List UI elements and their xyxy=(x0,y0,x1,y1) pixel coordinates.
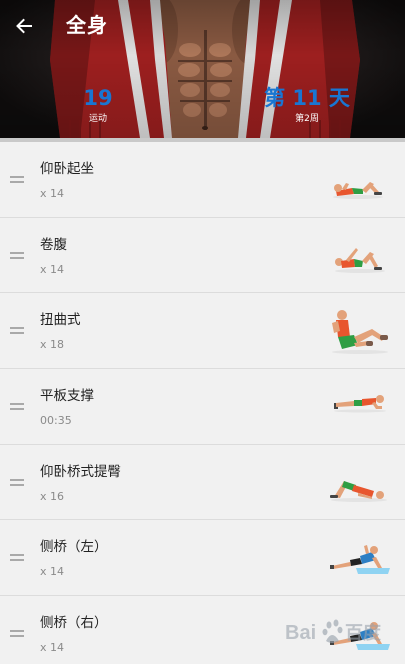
crunch-figure-icon xyxy=(335,247,385,273)
exercise-reps: x 14 xyxy=(40,565,65,579)
exercise-reps: x 18 xyxy=(40,338,65,352)
exercise-list: 仰卧起坐 x 14 卷腹 x 14 扭曲式 x 18 平板支撑 00:35 仰卧… xyxy=(0,142,405,664)
svg-text:百度: 百度 xyxy=(345,622,382,644)
exercise-reps: x 14 xyxy=(40,641,65,655)
exercise-name: 平板支撑 xyxy=(40,388,94,405)
exercise-row[interactable]: 卷腹 x 14 xyxy=(0,217,405,294)
exercise-reps: x 16 xyxy=(40,489,65,503)
drag-handle-icon[interactable] xyxy=(10,554,24,562)
exercise-reps: x 14 xyxy=(40,262,65,276)
glute-bridge-figure-icon xyxy=(330,480,387,502)
workout-header: 全身 19 运动 第 11 天 第2周 xyxy=(0,0,405,138)
exercise-name: 侧桥（右） xyxy=(40,615,108,632)
side-bridge-left-figure-icon xyxy=(330,545,390,575)
week-label: 第2周 xyxy=(295,114,319,124)
exercise-name: 侧桥（左） xyxy=(40,539,108,556)
day-progress-value: 第 11 天 xyxy=(264,86,350,110)
arrow-left-icon xyxy=(16,18,32,34)
exercise-name: 仰卧桥式提臀 xyxy=(40,463,121,480)
exercise-row[interactable]: 仰卧桥式提臀 x 16 xyxy=(0,444,405,521)
drag-handle-icon[interactable] xyxy=(10,327,24,335)
baidu-watermark: Bai 百度 xyxy=(285,611,403,651)
exercise-row[interactable]: 扭曲式 x 18 xyxy=(0,293,405,370)
exercise-count-stat: 19 运动 xyxy=(68,86,128,126)
drag-handle-icon[interactable] xyxy=(10,478,24,486)
drag-handle-icon[interactable] xyxy=(10,630,24,638)
page-title: 全身 xyxy=(66,13,108,37)
day-progress-stat: 第 11 天 第2周 xyxy=(258,86,356,126)
exercise-name: 仰卧起坐 xyxy=(40,161,94,177)
drag-handle-icon[interactable] xyxy=(10,403,24,411)
drag-handle-icon[interactable] xyxy=(10,251,24,259)
twist-figure-icon xyxy=(332,310,388,355)
exercise-name: 卷腹 xyxy=(40,236,67,253)
exercise-row[interactable]: 侧桥（左） x 14 xyxy=(0,520,405,597)
exercise-reps: 00:35 xyxy=(40,414,72,428)
sit-up-figure-icon xyxy=(333,182,383,199)
exercise-row[interactable]: 仰卧起坐 x 14 xyxy=(0,142,405,218)
back-button[interactable] xyxy=(10,12,38,40)
exercise-reps: x 14 xyxy=(40,187,65,200)
baidu-paw-logo: Bai 百度 xyxy=(285,619,382,644)
exercise-count-label: 运动 xyxy=(88,114,107,124)
plank-figure-icon xyxy=(334,395,386,413)
svg-text:Bai: Bai xyxy=(285,622,316,644)
exercise-count-value: 19 xyxy=(83,86,113,110)
drag-handle-icon[interactable] xyxy=(10,176,24,183)
exercise-row[interactable]: 平板支撑 00:35 xyxy=(0,369,405,445)
exercise-name: 扭曲式 xyxy=(40,312,81,329)
